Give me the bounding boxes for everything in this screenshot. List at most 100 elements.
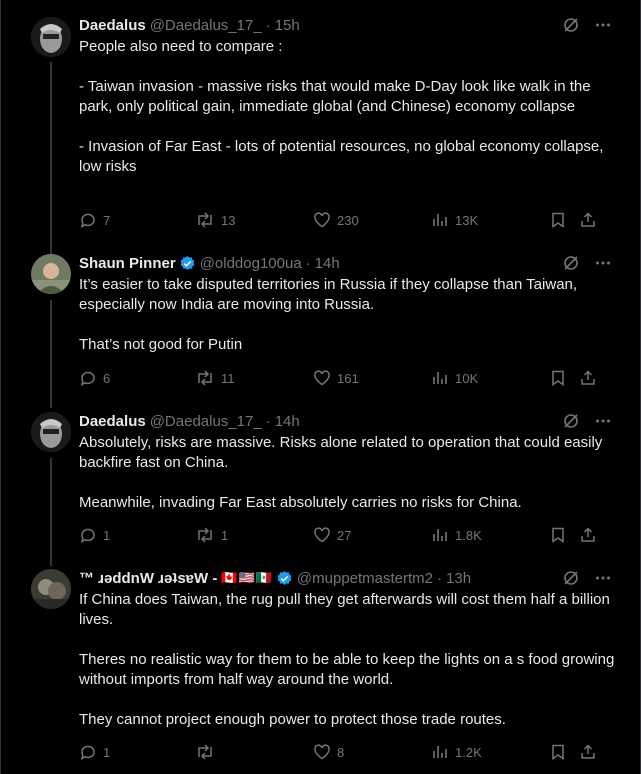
thread-line — [50, 458, 52, 566]
reply-button[interactable]: 1 — [79, 743, 110, 761]
action-bar: 6 11 161 10K — [79, 368, 600, 388]
grok-icon[interactable] — [562, 569, 580, 587]
action-bar: 1 1 27 1.8K — [79, 525, 600, 545]
share-icon — [579, 211, 597, 229]
separator-dot: · — [437, 569, 443, 587]
share-icon — [579, 369, 597, 387]
avatar[interactable] — [31, 254, 71, 294]
repost-button[interactable]: 11 — [195, 369, 235, 387]
repost-button[interactable] — [195, 743, 221, 761]
views-button[interactable]: 1.8K — [431, 526, 482, 544]
avatar[interactable] — [31, 17, 71, 57]
action-bar: 7 13 230 13K — [79, 210, 600, 230]
avatar[interactable] — [31, 412, 71, 452]
bookmark-icon — [549, 743, 567, 761]
views-icon — [431, 369, 449, 387]
timestamp[interactable]: 14h — [315, 255, 340, 272]
timestamp[interactable]: 13h — [446, 570, 471, 587]
views-button[interactable]: 1.2K — [431, 743, 482, 761]
share-button[interactable] — [579, 743, 597, 761]
reply-count: 1 — [103, 744, 111, 760]
share-icon — [579, 526, 597, 544]
grok-icon[interactable] — [562, 412, 580, 430]
views-count: 13K — [455, 212, 479, 228]
share-button[interactable] — [579, 526, 597, 544]
views-icon — [431, 211, 449, 229]
reply-button[interactable]: 7 — [79, 211, 110, 229]
author-name[interactable]: Shaun Pinner — [79, 255, 176, 272]
views-button[interactable]: 10K — [431, 369, 478, 387]
share-button[interactable] — [579, 369, 597, 387]
like-button[interactable]: 161 — [313, 369, 359, 387]
repost-count: 11 — [221, 370, 235, 386]
like-button[interactable]: 8 — [313, 743, 344, 761]
bookmark-button[interactable] — [549, 526, 567, 544]
author-handle[interactable]: @Daedalus_17_ — [150, 413, 262, 430]
bookmark-button[interactable] — [549, 211, 567, 229]
repost-icon — [195, 211, 215, 229]
timestamp[interactable]: 15h — [275, 17, 300, 34]
repost-icon — [195, 526, 215, 544]
more-icon[interactable] — [594, 569, 612, 587]
bookmark-icon — [549, 369, 567, 387]
repost-icon — [195, 743, 215, 761]
reply-button[interactable]: 6 — [79, 369, 110, 387]
author-name[interactable]: ™ ɹǝddnW ɹǝʇsɐW - — [79, 570, 217, 587]
like-icon — [313, 211, 331, 229]
author-handle[interactable]: @muppetmastertm2 — [297, 570, 433, 587]
author-name[interactable]: Daedalus — [79, 413, 146, 430]
like-count: 27 — [337, 527, 352, 543]
tweet-text: People also need to compare : - Taiwan i… — [79, 38, 604, 175]
like-icon — [313, 743, 331, 761]
author-name[interactable]: Daedalus — [79, 17, 146, 34]
timestamp[interactable]: 14h — [275, 413, 300, 430]
like-count: 230 — [337, 212, 359, 228]
like-count: 8 — [337, 744, 345, 760]
reply-count: 1 — [103, 527, 111, 543]
repost-button[interactable]: 1 — [195, 526, 228, 544]
more-icon[interactable] — [594, 412, 612, 430]
repost-button[interactable]: 13 — [195, 211, 235, 229]
bookmark-button[interactable] — [549, 743, 567, 761]
views-count: 1.8K — [455, 527, 482, 543]
grok-icon[interactable] — [562, 16, 580, 34]
reply-count: 7 — [103, 212, 111, 228]
grok-icon[interactable] — [562, 254, 580, 272]
avatar[interactable] — [31, 569, 71, 609]
like-button[interactable]: 230 — [313, 211, 359, 229]
author-handle[interactable]: @olddog100ua — [200, 255, 302, 272]
views-button[interactable]: 13K — [431, 211, 478, 229]
reply-icon — [79, 743, 97, 761]
bookmark-button[interactable] — [549, 369, 567, 387]
separator-dot: · — [265, 16, 271, 34]
thread-line — [50, 62, 52, 262]
more-icon[interactable] — [594, 16, 612, 34]
action-bar: 1 8 1.2K — [79, 742, 600, 762]
like-button[interactable]: 27 — [313, 526, 351, 544]
reply-icon — [79, 526, 97, 544]
verified-badge-icon — [179, 255, 196, 272]
repost-count: 13 — [221, 212, 236, 228]
bookmark-icon — [549, 526, 567, 544]
verified-badge-icon — [276, 570, 293, 587]
bookmark-icon — [549, 211, 567, 229]
reply-button[interactable]: 1 — [79, 526, 110, 544]
author-handle[interactable]: @Daedalus_17_ — [150, 17, 262, 34]
reply-icon — [79, 369, 97, 387]
thread-line — [50, 300, 52, 408]
views-icon — [431, 526, 449, 544]
tweet-text: It’s easier to take disputed territories… — [79, 276, 578, 353]
repost-count: 1 — [221, 527, 229, 543]
views-count: 10K — [455, 370, 479, 386]
like-icon — [313, 526, 331, 544]
tweet-text: If China does Taiwan, the rug pull they … — [79, 591, 615, 728]
separator-dot: · — [265, 412, 271, 430]
repost-icon — [195, 369, 215, 387]
views-icon — [431, 743, 449, 761]
reply-count: 6 — [103, 370, 111, 386]
separator-dot: · — [305, 254, 311, 272]
share-button[interactable] — [579, 211, 597, 229]
more-icon[interactable] — [594, 254, 612, 272]
reply-icon — [79, 211, 97, 229]
share-icon — [579, 743, 597, 761]
